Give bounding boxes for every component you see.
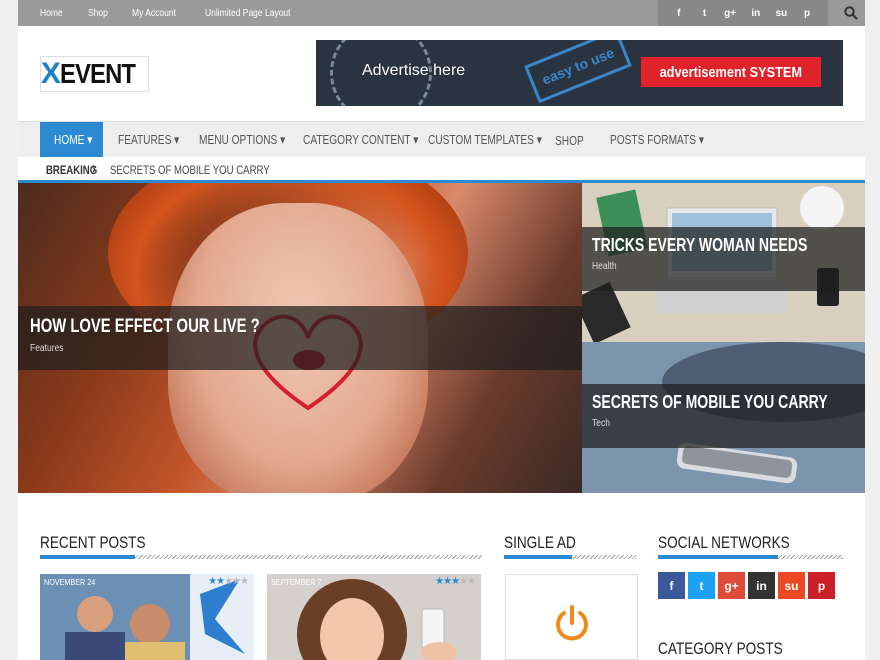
single-ad-box[interactable] [505, 574, 638, 660]
top-link-unlimited-page-layout[interactable]: Unlimited Page Layout [205, 8, 291, 19]
side-slide-2-category[interactable]: Tech [592, 418, 610, 429]
linkedin-icon[interactable]: in [747, 8, 765, 19]
logo-text: EVENT [59, 58, 136, 89]
top-bar: Home Shop My Account Unlimited Page Layo… [18, 0, 865, 26]
nav-item-features[interactable]: FEATURES ▾ [118, 122, 197, 158]
side-slide-2-caption: SECRETS OF MOBILE YOU CARRY Tech [582, 384, 865, 448]
twitter-icon[interactable]: t [695, 8, 713, 19]
nav-item-posts-formats[interactable]: POSTS FORMATS ▾ [610, 122, 730, 158]
side-slide-1-category[interactable]: Health [592, 261, 617, 272]
ad-button: advertisement SYSTEM [641, 57, 821, 87]
side-slide-1-caption: TRICKS EVERY WOMAN NEEDS Health [582, 227, 865, 291]
top-links: Home Shop My Account Unlimited Page Layo… [40, 0, 326, 26]
side-slide-2-title[interactable]: SECRETS OF MOBILE YOU CARRY [592, 392, 828, 413]
top-social-icons: f t g+ in su p [658, 0, 828, 26]
logo-x: X [40, 57, 61, 90]
side-slide-1[interactable]: TRICKS EVERY WOMAN NEEDS Health [582, 183, 865, 342]
social-networks-title: SOCIAL NETWORKS [658, 533, 790, 552]
single-ad-title: SINGLE AD [504, 533, 576, 552]
site-logo[interactable]: X EVENT [40, 56, 149, 92]
nav-item-menu-options[interactable]: MENU OPTIONS ▾ [199, 122, 310, 158]
google-plus-icon[interactable]: g+ [721, 8, 739, 19]
main-slide[interactable]: HOW LOVE EFFECT OUR LIVE ? Features [18, 183, 582, 493]
breaking-ticker[interactable]: SECRETS OF MOBILE YOU CARRY [110, 163, 270, 177]
top-link-shop[interactable]: Shop [88, 8, 108, 19]
featured-slider: HOW LOVE EFFECT OUR LIVE ? Features TRIC… [18, 183, 865, 493]
main-slide-category[interactable]: Features [30, 343, 64, 354]
breaking-label: BREAKING [46, 163, 98, 177]
facebook-icon[interactable]: f [670, 8, 688, 19]
rating-stars: ★★★★★ [435, 576, 476, 587]
breaking-news-bar: BREAKING › SECRETS OF MOBILE YOU CARRY [18, 157, 865, 183]
nav-item-custom-templates[interactable]: CUSTOM TEMPLATES ▾ [428, 122, 574, 158]
social-network-buttons: f t g+ in su p [658, 572, 838, 599]
top-link-home[interactable]: Home [40, 8, 63, 19]
side-slide-1-title[interactable]: TRICKS EVERY WOMAN NEEDS [592, 235, 807, 256]
nav-item-home[interactable]: HOME ▾ [40, 122, 103, 158]
stumbleupon-icon[interactable]: su [772, 8, 790, 19]
nav-item-shop[interactable]: SHOP [555, 122, 592, 158]
search-icon[interactable] [836, 0, 865, 26]
google-plus-icon[interactable]: g+ [718, 572, 745, 599]
post-date: SEPTEMBER 7 [271, 578, 322, 587]
side-slide-2[interactable]: SECRETS OF MOBILE YOU CARRY Tech [582, 342, 865, 493]
category-posts-title: CATEGORY POSTS [658, 639, 783, 658]
post-date: NOVEMBER 24 [44, 578, 96, 587]
pinterest-icon[interactable]: p [798, 8, 816, 19]
main-slide-caption: HOW LOVE EFFECT OUR LIVE ? Features [18, 306, 582, 370]
main-slide-title[interactable]: HOW LOVE EFFECT OUR LIVE ? [30, 316, 260, 338]
recent-post-card[interactable]: NOVEMBER 24 ★★★★★ [40, 574, 254, 660]
main-nav: HOME ▾ FEATURES ▾ MENU OPTIONS ▾ CATEGOR… [18, 121, 865, 158]
recent-post-card[interactable]: SEPTEMBER 7 ★★★★★ [267, 574, 481, 660]
single-ad-underline [504, 555, 637, 559]
header-ad-banner[interactable]: Advertise here easy to use advertisement… [316, 40, 843, 106]
social-networks-underline [658, 555, 843, 559]
chevron-right-icon: › [92, 162, 96, 176]
linkedin-icon[interactable]: in [748, 572, 775, 599]
twitter-icon[interactable]: t [688, 572, 715, 599]
rating-stars: ★★★★★ [208, 576, 249, 587]
pinterest-icon[interactable]: p [808, 572, 835, 599]
ad-stamp: easy to use [524, 40, 632, 104]
site-header: X EVENT Advertise here easy to use advert… [18, 26, 865, 121]
top-link-my-account[interactable]: My Account [132, 8, 176, 19]
stumbleupon-icon[interactable]: su [778, 572, 805, 599]
power-icon [556, 605, 588, 641]
ad-text: Advertise here [362, 62, 466, 79]
facebook-icon[interactable]: f [658, 572, 685, 599]
content-area: RECENT POSTS NOVEMBER 24 ★★★★★ SEPTEMBER… [18, 493, 865, 660]
recent-posts-underline [40, 555, 482, 559]
recent-posts-title: RECENT POSTS [40, 533, 146, 552]
